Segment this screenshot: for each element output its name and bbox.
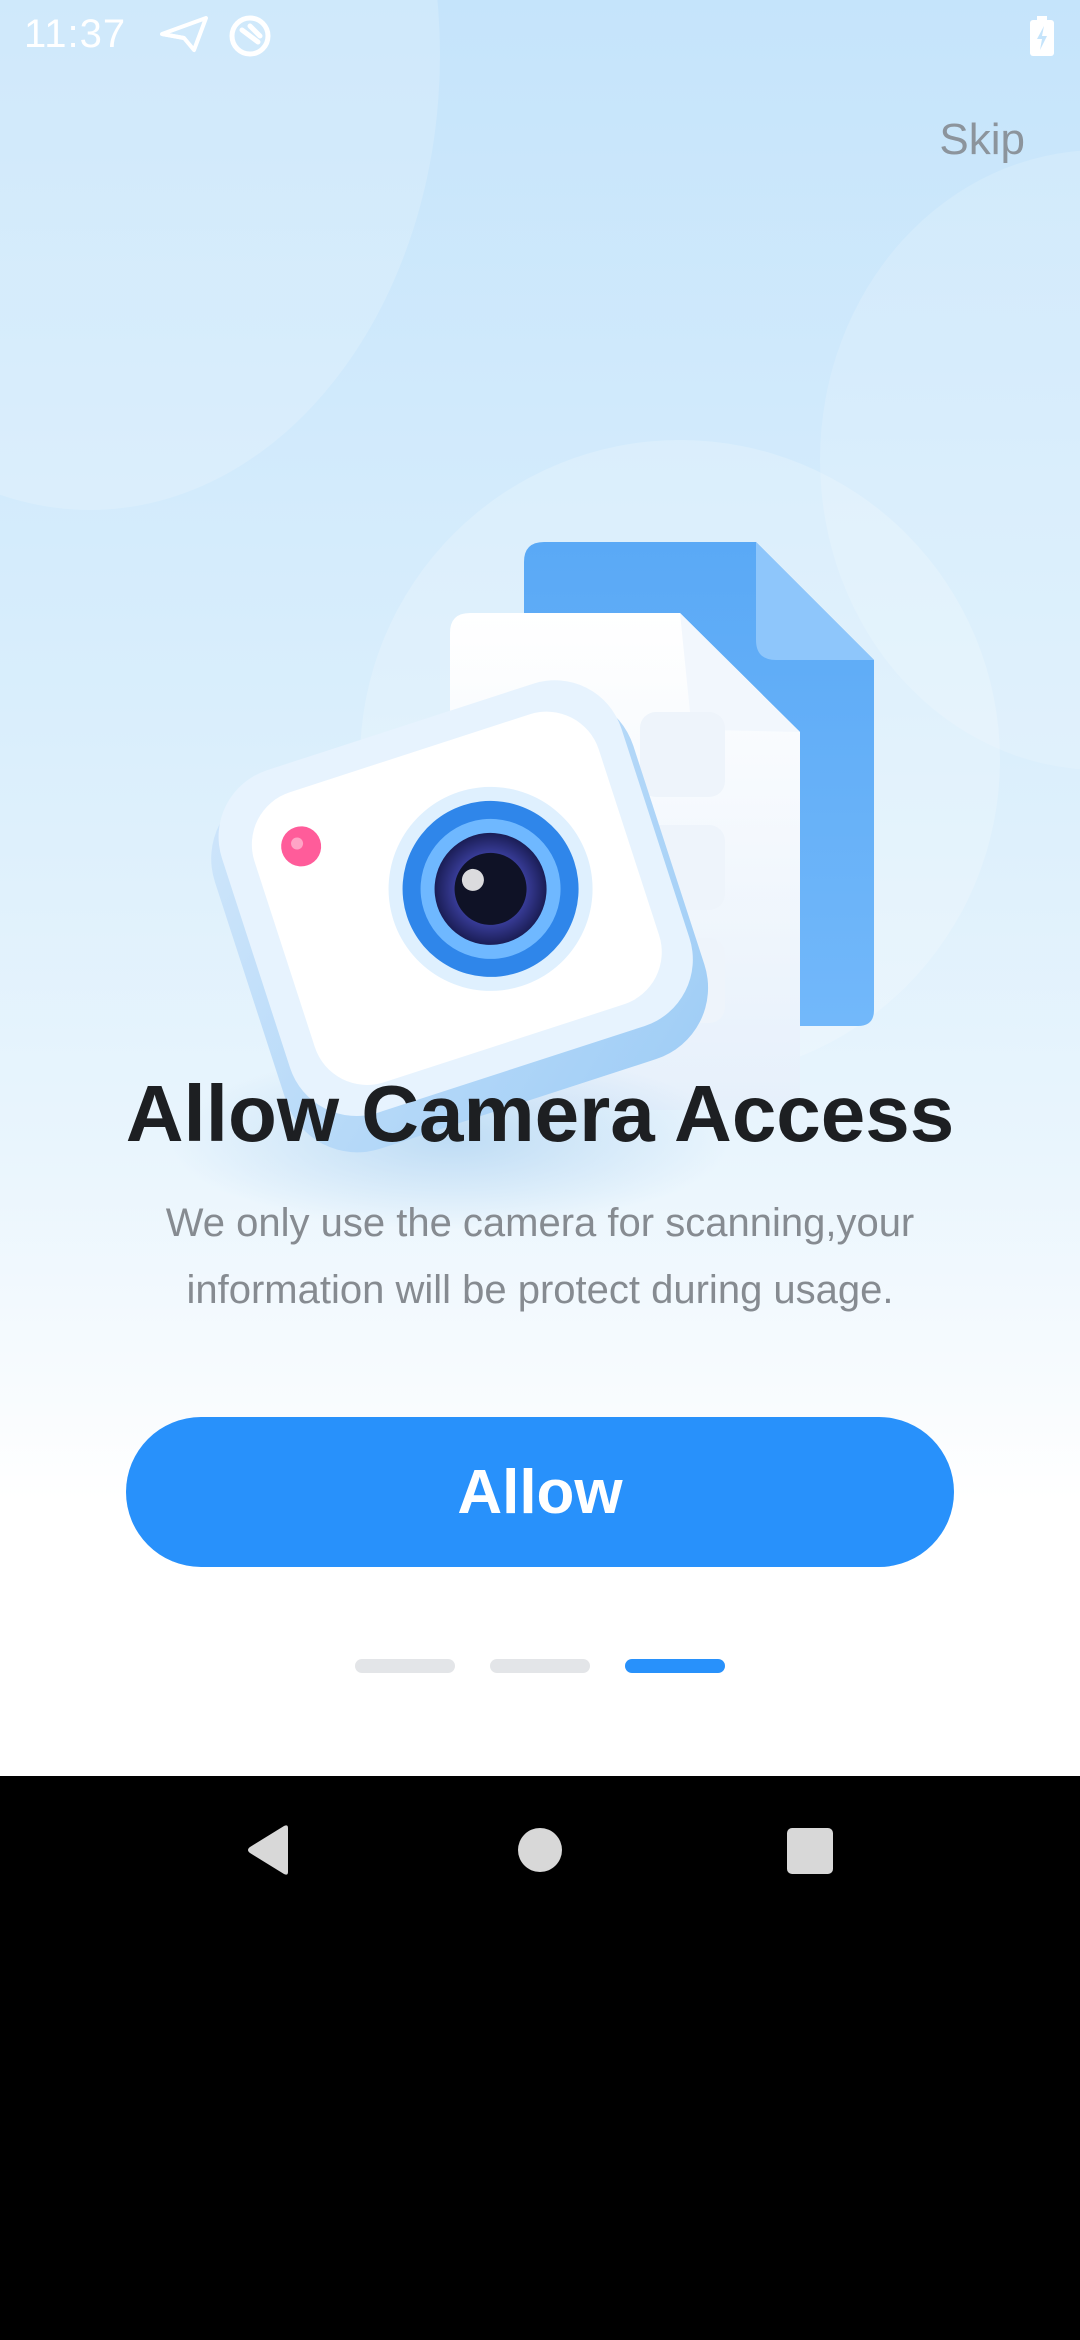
- allow-button[interactable]: Allow: [126, 1417, 954, 1567]
- page-indicator-dot-active: [625, 1659, 725, 1673]
- background-circle: [0, 0, 440, 510]
- recents-icon[interactable]: [785, 1820, 835, 1885]
- onboarding-screen: 11:37 Skip Allow Camera Access We only u…: [0, 0, 1080, 1776]
- home-icon[interactable]: [515, 1820, 565, 1885]
- description: We only use the camera for scanning,your…: [120, 1190, 960, 1324]
- send-icon: [160, 14, 208, 59]
- status-bar: 11:37: [0, 0, 1080, 70]
- page-indicator: [0, 1659, 1080, 1673]
- page-indicator-dot: [490, 1659, 590, 1673]
- skip-button[interactable]: Skip: [939, 115, 1025, 165]
- navigation-bar: [0, 1776, 1080, 2340]
- description-line: information will be protect during usage…: [186, 1268, 894, 1312]
- description-line: We only use the camera for scanning,your: [165, 1201, 915, 1245]
- page-indicator-dot: [355, 1659, 455, 1673]
- background-circle: [360, 440, 1000, 1080]
- back-icon[interactable]: [240, 1820, 300, 1885]
- status-time: 11:37: [24, 12, 127, 56]
- page-title: Allow Camera Access: [125, 1069, 955, 1158]
- battery-charging-icon: [1030, 16, 1054, 61]
- sync-icon: [228, 14, 272, 63]
